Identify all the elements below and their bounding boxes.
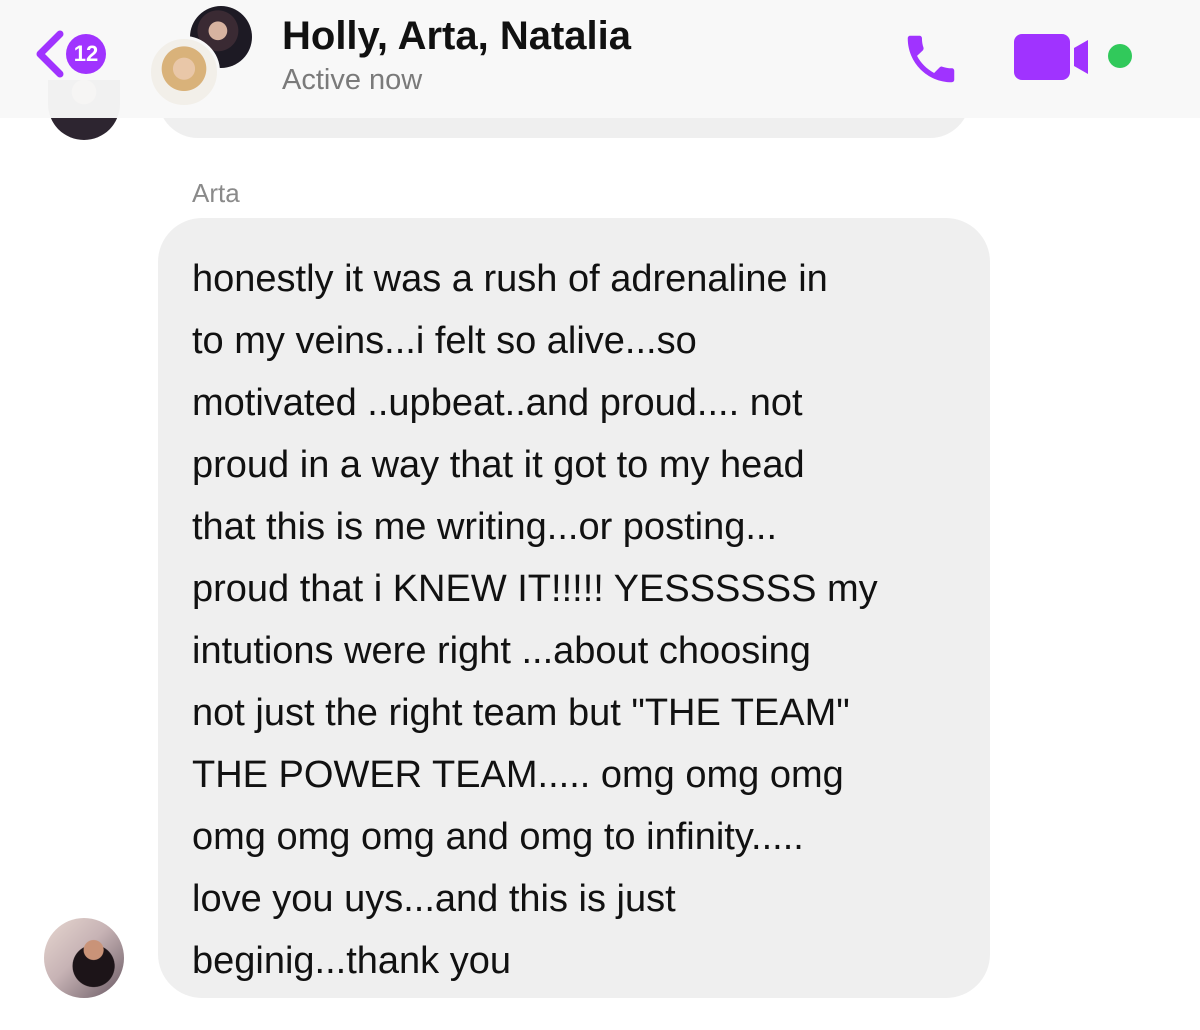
- sender-avatar[interactable]: [44, 918, 124, 998]
- phone-icon[interactable]: [900, 28, 962, 90]
- conversation-title: Holly, Arta, Natalia: [282, 14, 631, 58]
- video-camera-icon[interactable]: [1014, 34, 1098, 80]
- active-status-dot: [1108, 44, 1132, 68]
- chevron-left-icon: [36, 30, 64, 78]
- active-status-text: Active now: [282, 64, 423, 96]
- back-button[interactable]: 12: [30, 28, 130, 80]
- message-text: honestly it was a rush of adrenaline in …: [192, 258, 878, 982]
- message-bubble[interactable]: honestly it was a rush of adrenaline in …: [158, 218, 990, 998]
- conversation-header: 12 Holly, Arta, Natalia Active now: [0, 0, 1200, 118]
- group-avatar[interactable]: [148, 6, 258, 108]
- member-avatar-front: [148, 36, 220, 108]
- conversation-title-block[interactable]: Holly, Arta, Natalia Active now: [282, 12, 631, 98]
- sender-name: Arta: [192, 178, 240, 208]
- unread-count-badge: 12: [66, 34, 106, 74]
- chat-screen: 12 Holly, Arta, Natalia Active now Arta …: [0, 0, 1200, 1030]
